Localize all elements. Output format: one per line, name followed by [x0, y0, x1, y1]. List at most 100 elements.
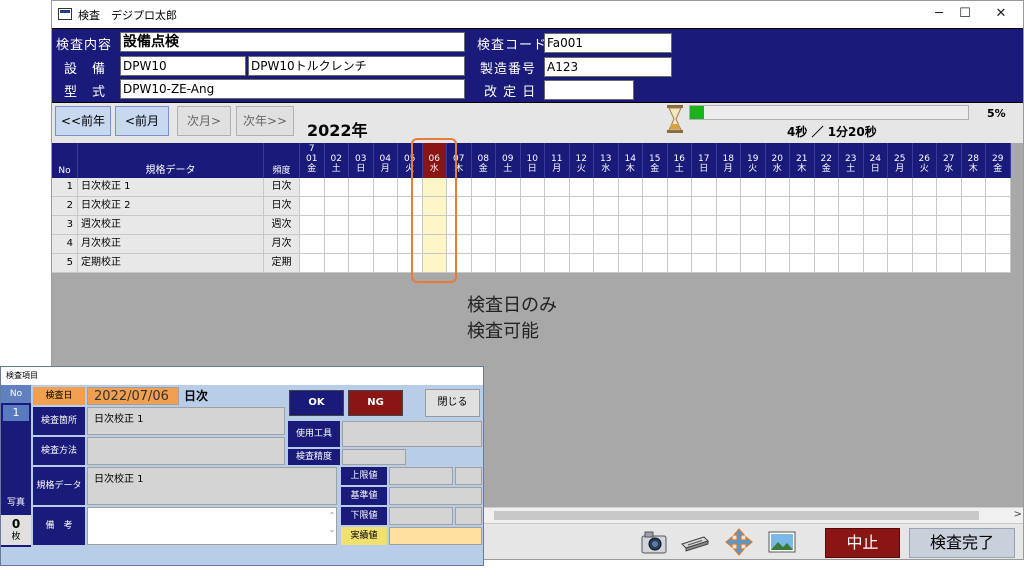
- schedule-cell[interactable]: [324, 254, 349, 273]
- schedule-cell[interactable]: [961, 197, 986, 216]
- close-dialog-button[interactable]: 閉じる: [425, 389, 480, 417]
- tool-field[interactable]: [342, 421, 482, 447]
- schedule-cell[interactable]: [790, 254, 815, 273]
- schedule-cell[interactable]: [471, 197, 496, 216]
- scroll-right-icon[interactable]: >: [1014, 509, 1022, 520]
- lower-limit-field[interactable]: [389, 507, 453, 525]
- schedule-cell[interactable]: [937, 235, 962, 254]
- spec-data-field[interactable]: 日次校正 1: [87, 467, 337, 505]
- schedule-cell[interactable]: [692, 178, 717, 197]
- schedule-cell[interactable]: [594, 235, 619, 254]
- schedule-cell[interactable]: [496, 216, 521, 235]
- schedule-cell[interactable]: [471, 254, 496, 273]
- scanner-icon[interactable]: [680, 528, 710, 556]
- photo-count[interactable]: 0 枚: [1, 515, 31, 545]
- schedule-cell[interactable]: [324, 197, 349, 216]
- standard-value-field[interactable]: [389, 487, 482, 505]
- schedule-cell[interactable]: [300, 216, 325, 235]
- schedule-cell[interactable]: [888, 197, 913, 216]
- schedule-cell[interactable]: [594, 254, 619, 273]
- schedule-cell[interactable]: [765, 178, 790, 197]
- schedule-cell[interactable]: [839, 197, 864, 216]
- schedule-cell[interactable]: [937, 178, 962, 197]
- schedule-cell[interactable]: [814, 178, 839, 197]
- schedule-cell[interactable]: [324, 178, 349, 197]
- schedule-cell[interactable]: [569, 216, 594, 235]
- next-month-button[interactable]: 次月>: [177, 106, 231, 136]
- remark-scrollbar[interactable]: ⌃ ⌄: [327, 509, 337, 545]
- schedule-cell[interactable]: [741, 197, 766, 216]
- schedule-cell[interactable]: [912, 216, 937, 235]
- schedule-cell[interactable]: [520, 216, 545, 235]
- schedule-cell[interactable]: [618, 197, 643, 216]
- schedule-cell[interactable]: [716, 254, 741, 273]
- schedule-cell[interactable]: [545, 216, 570, 235]
- grid-header-day[interactable]: 22 金: [814, 143, 839, 178]
- schedule-cell[interactable]: [349, 216, 374, 235]
- schedule-cell[interactable]: [594, 216, 619, 235]
- schedule-cell[interactable]: [839, 235, 864, 254]
- model-field[interactable]: DPW10-ZE-Ang: [120, 79, 465, 99]
- schedule-cell[interactable]: [790, 178, 815, 197]
- schedule-cell[interactable]: [300, 235, 325, 254]
- ok-button[interactable]: OK: [289, 390, 344, 416]
- schedule-cell[interactable]: [765, 254, 790, 273]
- upper-limit-field[interactable]: [389, 467, 453, 485]
- schedule-cell[interactable]: [888, 254, 913, 273]
- grid-header-day[interactable]: 04 月: [373, 143, 398, 178]
- grid-header-day[interactable]: 28 木: [961, 143, 986, 178]
- schedule-cell[interactable]: [863, 216, 888, 235]
- schedule-cell[interactable]: [594, 197, 619, 216]
- inspection-code-field[interactable]: Fa001: [544, 33, 672, 53]
- schedule-cell[interactable]: [349, 254, 374, 273]
- schedule-cell[interactable]: [569, 254, 594, 273]
- schedule-cell[interactable]: [373, 178, 398, 197]
- grid-header-day[interactable]: 09 土: [496, 143, 521, 178]
- schedule-cell[interactable]: [300, 178, 325, 197]
- schedule-cell[interactable]: [765, 235, 790, 254]
- location-field[interactable]: 日次校正 1: [87, 407, 285, 435]
- schedule-cell[interactable]: [839, 178, 864, 197]
- schedule-cell[interactable]: [643, 178, 668, 197]
- schedule-cell[interactable]: [520, 178, 545, 197]
- schedule-cell[interactable]: [496, 254, 521, 273]
- prev-year-button[interactable]: <<前年: [55, 106, 111, 136]
- schedule-cell[interactable]: [765, 216, 790, 235]
- grid-header-day[interactable]: 13 水: [594, 143, 619, 178]
- schedule-cell[interactable]: [790, 235, 815, 254]
- grid-header-day[interactable]: 02 土: [324, 143, 349, 178]
- schedule-cell[interactable]: [716, 197, 741, 216]
- schedule-cell[interactable]: [863, 197, 888, 216]
- schedule-cell[interactable]: [716, 235, 741, 254]
- schedule-cell[interactable]: [692, 216, 717, 235]
- grid-header-day[interactable]: 16 土: [667, 143, 692, 178]
- schedule-cell[interactable]: [961, 254, 986, 273]
- schedule-cell[interactable]: [790, 197, 815, 216]
- complete-button[interactable]: 検査完了: [909, 528, 1015, 558]
- schedule-cell[interactable]: [839, 254, 864, 273]
- schedule-cell[interactable]: [520, 235, 545, 254]
- precision-field[interactable]: [342, 449, 406, 465]
- schedule-cell[interactable]: [692, 254, 717, 273]
- schedule-cell[interactable]: [863, 235, 888, 254]
- schedule-cell[interactable]: [790, 216, 815, 235]
- grid-header-day[interactable]: 21 木: [790, 143, 815, 178]
- schedule-cell[interactable]: [569, 197, 594, 216]
- grid-header-day[interactable]: 25 月: [888, 143, 913, 178]
- schedule-cell[interactable]: [814, 254, 839, 273]
- schedule-cell[interactable]: [986, 216, 1011, 235]
- schedule-cell[interactable]: [349, 235, 374, 254]
- grid-header-day[interactable]: 08 金: [471, 143, 496, 178]
- schedule-cell[interactable]: [741, 178, 766, 197]
- camera-icon[interactable]: [639, 528, 669, 556]
- schedule-cell[interactable]: [643, 235, 668, 254]
- schedule-cell[interactable]: [545, 254, 570, 273]
- schedule-cell[interactable]: [300, 197, 325, 216]
- schedule-cell[interactable]: [545, 197, 570, 216]
- schedule-cell[interactable]: [692, 235, 717, 254]
- schedule-cell[interactable]: [667, 216, 692, 235]
- scroll-thumb[interactable]: [494, 511, 979, 520]
- schedule-cell[interactable]: [961, 235, 986, 254]
- horizontal-scrollbar[interactable]: >: [482, 507, 1023, 523]
- schedule-cell[interactable]: [741, 216, 766, 235]
